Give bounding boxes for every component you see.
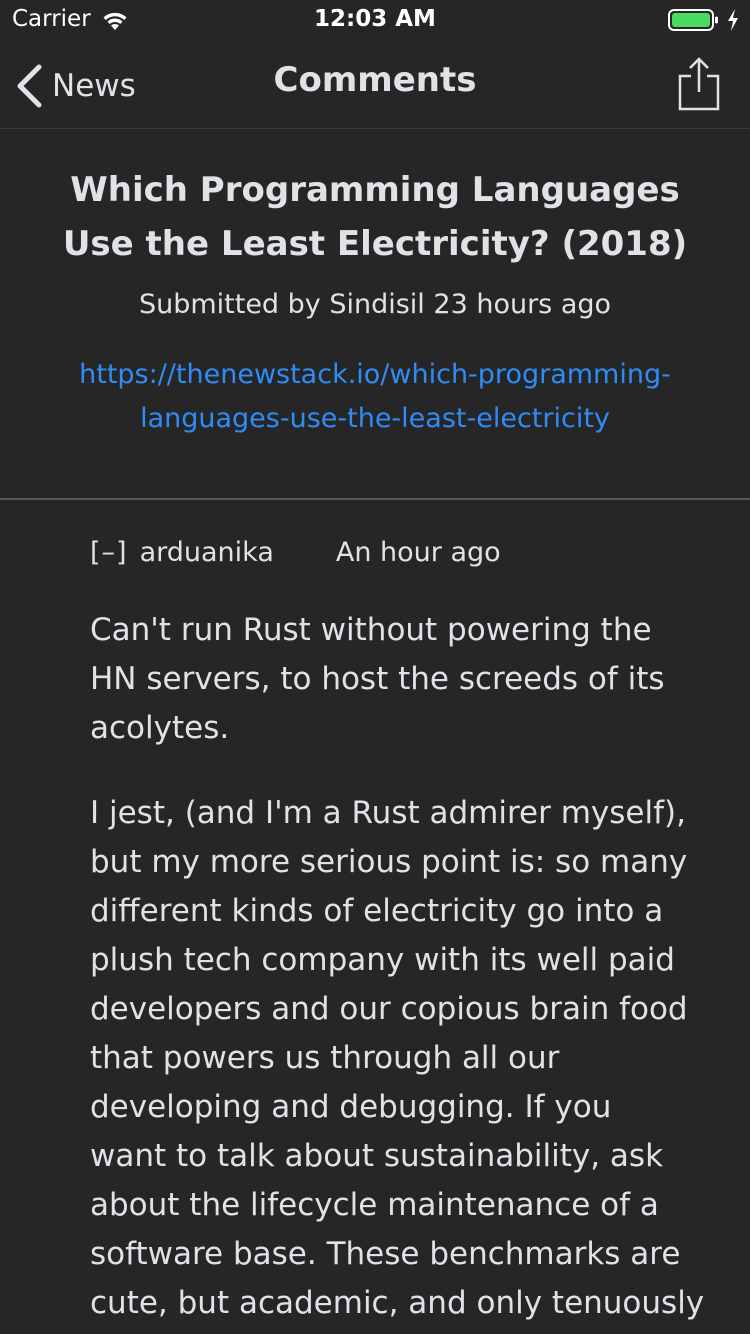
status-time: 12:03 AM xyxy=(314,6,436,32)
navigation-bar: News Comments xyxy=(0,40,750,129)
story-link-line: https://thenewstack.io/which-programming… xyxy=(79,359,671,390)
comment-header: [–] arduanika An hour ago xyxy=(90,530,730,574)
story-submission-info: Submitted by Sindisil 23 hours ago xyxy=(138,289,612,320)
share-icon[interactable] xyxy=(676,56,722,112)
story-header: Which Programming Languages Use the Leas… xyxy=(0,129,750,500)
charging-icon xyxy=(728,9,738,31)
comment-line: Can't run Rust without powering the xyxy=(90,612,652,648)
comments-screen: Carrier 12:03 AM News Comments Which Pro… xyxy=(0,0,750,1334)
battery-icon xyxy=(668,9,718,31)
comment-line: want to talk about sustainability, ask xyxy=(90,1138,664,1174)
comment-author[interactable]: arduanika xyxy=(140,537,274,568)
collapse-comment-button[interactable]: [–] xyxy=(90,537,128,568)
comment-line: plush tech company with its well paid xyxy=(90,942,675,978)
comment-body: Can't run Rust without powering the HN s… xyxy=(90,606,730,1328)
back-button[interactable]: News xyxy=(14,62,136,110)
comment-line: HN servers, to host the screeds of its xyxy=(90,661,665,697)
comment-line: developing and debugging. If you xyxy=(90,1089,612,1125)
chevron-left-icon xyxy=(17,64,42,108)
comment-line: that powers us through all our xyxy=(90,1040,560,1076)
comment-line: developers and our copious brain food xyxy=(90,991,688,1027)
comment-paragraph: Can't run Rust without powering the HN s… xyxy=(90,606,730,753)
comment-timestamp: An hour ago xyxy=(335,536,501,568)
story-link[interactable]: https://thenewstack.io/which-programming… xyxy=(40,353,710,441)
comment-paragraph: I jest, (and I'm a Rust admirer myself),… xyxy=(90,789,730,1328)
comment-line: software base. These benchmarks are xyxy=(90,1236,681,1272)
comment-line: acolytes. xyxy=(90,710,230,746)
story-title: Which Programming Languages Use the Leas… xyxy=(62,170,688,264)
comment-line: about the lifecycle maintenance of a xyxy=(90,1187,659,1223)
status-bar: Carrier 12:03 AM xyxy=(0,0,750,40)
comment: [–] arduanika An hour ago Can't run Rust… xyxy=(90,530,730,1334)
comment-line: but my more serious point is: so many xyxy=(90,844,688,880)
comment-line: cute, but academic, and only tenuously xyxy=(90,1285,705,1321)
comment-line: I jest, (and I'm a Rust admirer myself), xyxy=(90,795,686,831)
back-label: News xyxy=(52,68,136,104)
story-link-line: languages-use-the-least-electricity xyxy=(140,403,610,434)
comment-line: different kinds of electricity go into a xyxy=(90,893,664,929)
